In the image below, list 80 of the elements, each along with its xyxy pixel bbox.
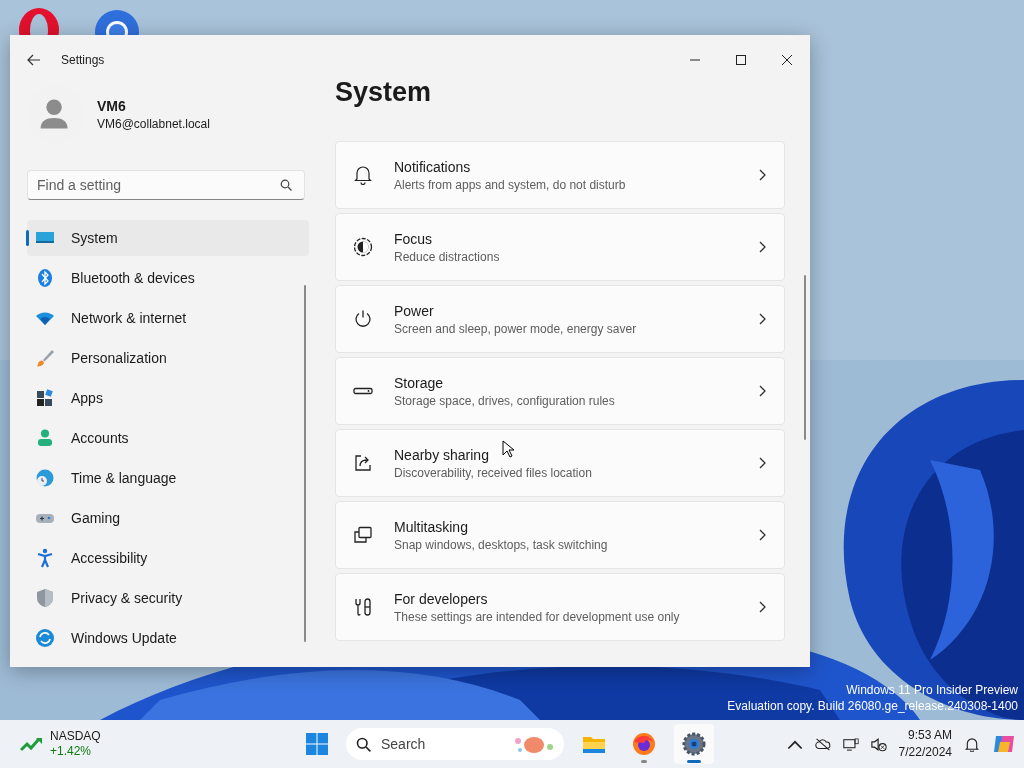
nav-item[interactable]: Accessibility [27,540,309,576]
gear-icon [682,732,706,756]
setting-card[interactable]: Nearby sharing Discoverability, received files location [335,429,785,497]
setting-title: Storage [394,374,444,391]
setting-title: Multitasking [394,518,468,535]
setting-title: Focus [394,230,433,247]
nav-item[interactable]: Windows Update [27,620,309,656]
clock-date[interactable]: 7/22/2024 [898,744,952,761]
monitor-icon[interactable] [842,736,859,752]
window-title: Settings [61,53,105,67]
nav-item[interactable]: Gaming [27,500,309,536]
setting-title: For developers [394,590,488,607]
chevron-right-icon [758,529,766,541]
update-icon [35,628,55,648]
start-icon[interactable] [306,733,328,755]
speaker-muted-icon[interactable] [870,736,887,752]
setting-description: These settings are intended for development use only [394,609,680,624]
setting-description: Snap windows, desktops, task switching [394,537,608,552]
stock-chart-icon[interactable] [20,736,44,752]
setting-card[interactable]: Notifications Alerts from apps and system, do not disturb [335,141,785,209]
scrollbar[interactable] [804,275,806,440]
nav-item[interactable]: Accounts [27,420,309,456]
setting-card[interactable]: Power Screen and sleep, power mode, energy saver [335,285,785,353]
setting-description: Discoverability, received files location [394,465,592,480]
taskbar-app[interactable] [674,724,714,764]
chevron-right-icon [758,169,766,181]
search-icon [280,179,292,191]
nav-item[interactable]: Time & language [27,460,309,496]
apps-icon [35,388,55,408]
nav-item[interactable]: Bluetooth & devices [27,260,309,296]
nav-item[interactable]: Personalization [27,340,309,376]
setting-card[interactable]: Storage Storage space, drives, configuration rules [335,357,785,425]
setting-card[interactable]: For developers These settings are intended for development use only [335,573,785,641]
share-icon [353,453,373,473]
setting-title: Nearby sharing [394,446,489,463]
brush-icon [35,348,55,368]
setting-description: Reduce distractions [394,249,500,264]
nav-item[interactable]: System [27,220,309,256]
setting-description: Storage space, drives, configuration rules [394,393,615,408]
bluetooth-icon [35,268,55,288]
widget-title: NASDAQ [50,729,101,744]
page-title: System [335,76,433,109]
widget-change: +1.42% [50,744,93,759]
close-icon[interactable] [782,55,792,65]
setting-title: Power [394,302,434,319]
chevron-right-icon [758,457,766,469]
nav-item[interactable]: Apps [27,380,309,416]
chevron-right-icon [758,601,766,613]
nav-item[interactable]: Privacy & security [27,580,309,616]
setting-title: Notifications [394,158,471,175]
cursor-icon [502,440,514,458]
focus-icon [353,237,373,257]
globe-icon [35,468,55,488]
taskbar-search[interactable]: Search [346,728,564,760]
chevron-right-icon [758,241,766,253]
bell-icon[interactable] [964,736,980,752]
windows-icon [353,525,373,545]
clock-time[interactable]: 9:53 AM [907,727,952,744]
accessibility-icon [35,548,55,568]
bell-icon [353,165,373,185]
chevron-right-icon [758,385,766,397]
setting-card[interactable]: Focus Reduce distractions [335,213,785,281]
search-icon [356,736,371,752]
tools-icon [353,597,373,617]
user-email: VM6@collabnet.local [97,117,210,131]
search-field[interactable]: Find a setting [27,170,305,200]
power-icon [353,309,373,329]
setting-description: Screen and sleep, power mode, energy saver [394,321,637,336]
back-arrow-icon[interactable] [27,54,41,66]
setting-card[interactable]: Multitasking Snap windows, desktops, task switching [335,501,785,569]
cloud-off-icon[interactable] [814,736,831,752]
maximize-icon[interactable] [736,55,746,65]
setting-description: Alerts from apps and system, do not disturb [394,177,626,192]
user-name: VM6 [97,98,127,114]
person-icon [35,428,55,448]
watermark-text: Windows 11 Pro Insider Preview [846,682,1018,698]
shield-icon [35,588,55,608]
nav-item[interactable]: Network & internet [27,300,309,336]
scrollbar[interactable] [304,285,306,642]
chevron-right-icon [758,313,766,325]
